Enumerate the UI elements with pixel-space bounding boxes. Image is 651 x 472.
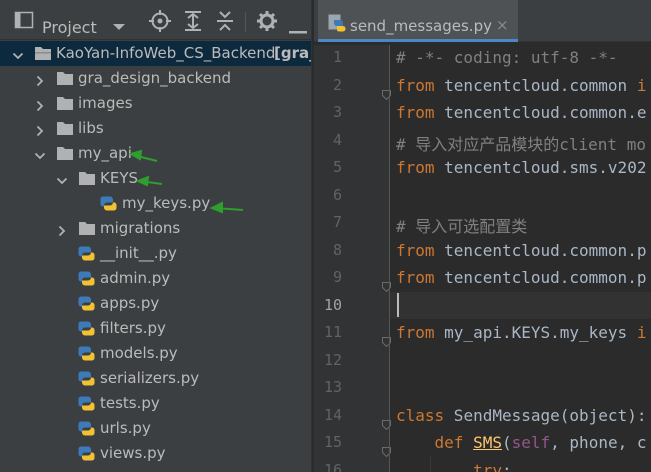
tab-label: send_messages.py (350, 17, 492, 35)
line-number: 4 (332, 130, 342, 149)
annotation-arrows (128, 149, 244, 214)
code-line: from my_api.KEYS.my_keys i (396, 323, 647, 342)
line-number: 3 (332, 103, 342, 121)
code-line: # 导入可选配置类 (396, 217, 528, 236)
line-number: 1 (332, 48, 342, 66)
code-line: from tencentcloud.common.p (396, 268, 647, 287)
line-number: 13 (323, 378, 342, 396)
line-number: 15 (323, 433, 342, 451)
editor-area: send_messages.py × 1 2 3 4 5 6 7 8 9 10 11 12 13 14 15… (314, 0, 651, 472)
line-number: 16 (323, 460, 342, 472)
line-number: 8 (332, 240, 342, 259)
code-line: def SMS(self, phone, c (434, 433, 647, 452)
code-line: # 导入对应产品模块的client mo (396, 134, 646, 154)
code-line: from tencentcloud.common.e (396, 103, 647, 122)
tab-send-messages[interactable]: send_messages.py × (318, 0, 518, 42)
line-number: 5 (332, 158, 342, 176)
indent-guide (430, 455, 431, 472)
line-number: 6 (332, 185, 342, 204)
text-caret (397, 293, 399, 317)
code-line: from tencentcloud.common.p (396, 240, 647, 260)
line-number: 9 (332, 268, 342, 286)
line-number: 2 (332, 75, 342, 94)
code-line: from tencentcloud.sms.v202 (396, 158, 647, 177)
line-number: 14 (323, 405, 342, 424)
close-tab-icon[interactable]: × (496, 16, 509, 34)
code-line: # -*- coding: utf-8 -*- (396, 48, 618, 67)
line-number: 12 (323, 350, 342, 369)
line-number-gutter: 1 2 3 4 5 6 7 8 9 10 11 12 13 14 15 16 (314, 45, 391, 472)
line-number: 11 (323, 323, 342, 341)
code-line: class SendMessage(object): (396, 405, 647, 425)
gutter-separator (389, 45, 390, 472)
code-line: from tencentcloud.common i (396, 75, 647, 95)
current-line-highlight (390, 292, 651, 319)
line-number: 10 (323, 295, 342, 314)
python-file-icon (328, 14, 346, 36)
code-line: try: (473, 460, 512, 472)
editor-tab-bar: send_messages.py × (314, 0, 651, 42)
line-number: 7 (332, 213, 342, 231)
project-panel: Project KaoYan-InfoWeb_CS_Backend[gra_gr… (0, 0, 311, 472)
